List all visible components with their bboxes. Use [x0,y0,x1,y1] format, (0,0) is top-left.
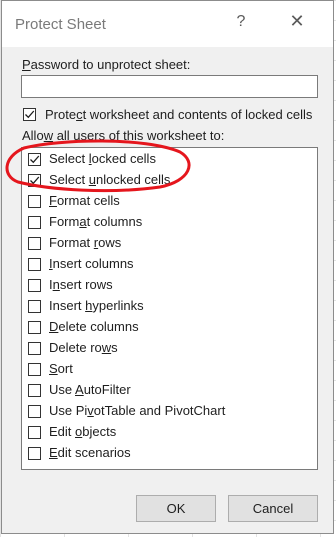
title-bar: Protect Sheet ? ✕ [2,1,333,47]
permission-item[interactable]: Select unlocked cells [22,170,317,191]
permission-item[interactable]: Delete columns [22,317,317,338]
permission-label: Insert columns [49,256,134,271]
permission-item[interactable]: Delete rows [22,338,317,359]
permission-label: Edit scenarios [49,445,131,460]
permission-checkbox[interactable] [28,279,41,292]
permission-label: Sort [49,361,73,376]
protect-sheet-dialog: Protect Sheet ? ✕ Password to unprotect … [1,0,334,534]
protect-contents-label: Protect worksheet and contents of locked… [45,107,313,122]
permission-label: Delete columns [49,319,139,334]
permission-item[interactable]: Format columns [22,212,317,233]
cancel-button[interactable]: Cancel [228,495,318,522]
permission-item[interactable]: Use AutoFilter [22,380,317,401]
permission-item[interactable]: Select locked cells [22,149,317,170]
permission-item[interactable]: Use PivotTable and PivotChart [22,401,317,422]
permission-label: Edit objects [49,424,117,439]
permission-checkbox[interactable] [28,300,41,313]
permission-item[interactable]: Insert rows [22,275,317,296]
permission-label: Format columns [49,214,143,229]
permission-checkbox[interactable] [28,216,41,229]
permission-checkbox[interactable] [28,174,41,187]
permission-label: Format cells [49,193,120,208]
permission-checkbox[interactable] [28,384,41,397]
permission-label: Insert rows [49,277,113,292]
close-icon[interactable]: ✕ [287,11,307,33]
permission-checkbox[interactable] [28,153,41,166]
permission-item[interactable]: Edit scenarios [22,443,317,464]
permission-item[interactable]: Insert columns [22,254,317,275]
permission-label: Format rows [49,235,122,250]
permission-label: Delete rows [49,340,118,355]
protect-contents-checkbox[interactable] [23,108,36,121]
allow-users-label: Allow all users of this worksheet to: [22,128,225,143]
permissions-list[interactable]: Select locked cells Select unlocked cells… [21,147,318,470]
dialog-title: Protect Sheet [15,16,106,33]
permission-label: Use PivotTable and PivotChart [49,403,226,418]
permission-item[interactable]: Sort [22,359,317,380]
permission-label: Select unlocked cells [49,172,171,187]
permission-label: Use AutoFilter [49,382,131,397]
permission-checkbox[interactable] [28,321,41,334]
permission-item[interactable]: Format rows [22,233,317,254]
permission-checkbox[interactable] [28,447,41,460]
permission-checkbox[interactable] [28,363,41,376]
password-label: Password to unprotect sheet: [22,57,191,72]
permission-item[interactable]: Edit objects [22,422,317,443]
permission-item[interactable]: Insert hyperlinks [22,296,317,317]
permission-checkbox[interactable] [28,342,41,355]
password-input[interactable] [21,75,318,98]
permission-checkbox[interactable] [28,237,41,250]
permission-checkbox[interactable] [28,258,41,271]
permission-checkbox[interactable] [28,405,41,418]
ok-button[interactable]: OK [136,495,216,522]
permission-checkbox[interactable] [28,195,41,208]
permission-label: Select locked cells [49,151,156,166]
permission-item[interactable]: Format cells [22,191,317,212]
permission-checkbox[interactable] [28,426,41,439]
help-icon[interactable]: ? [234,13,248,33]
permission-label: Insert hyperlinks [49,298,144,313]
